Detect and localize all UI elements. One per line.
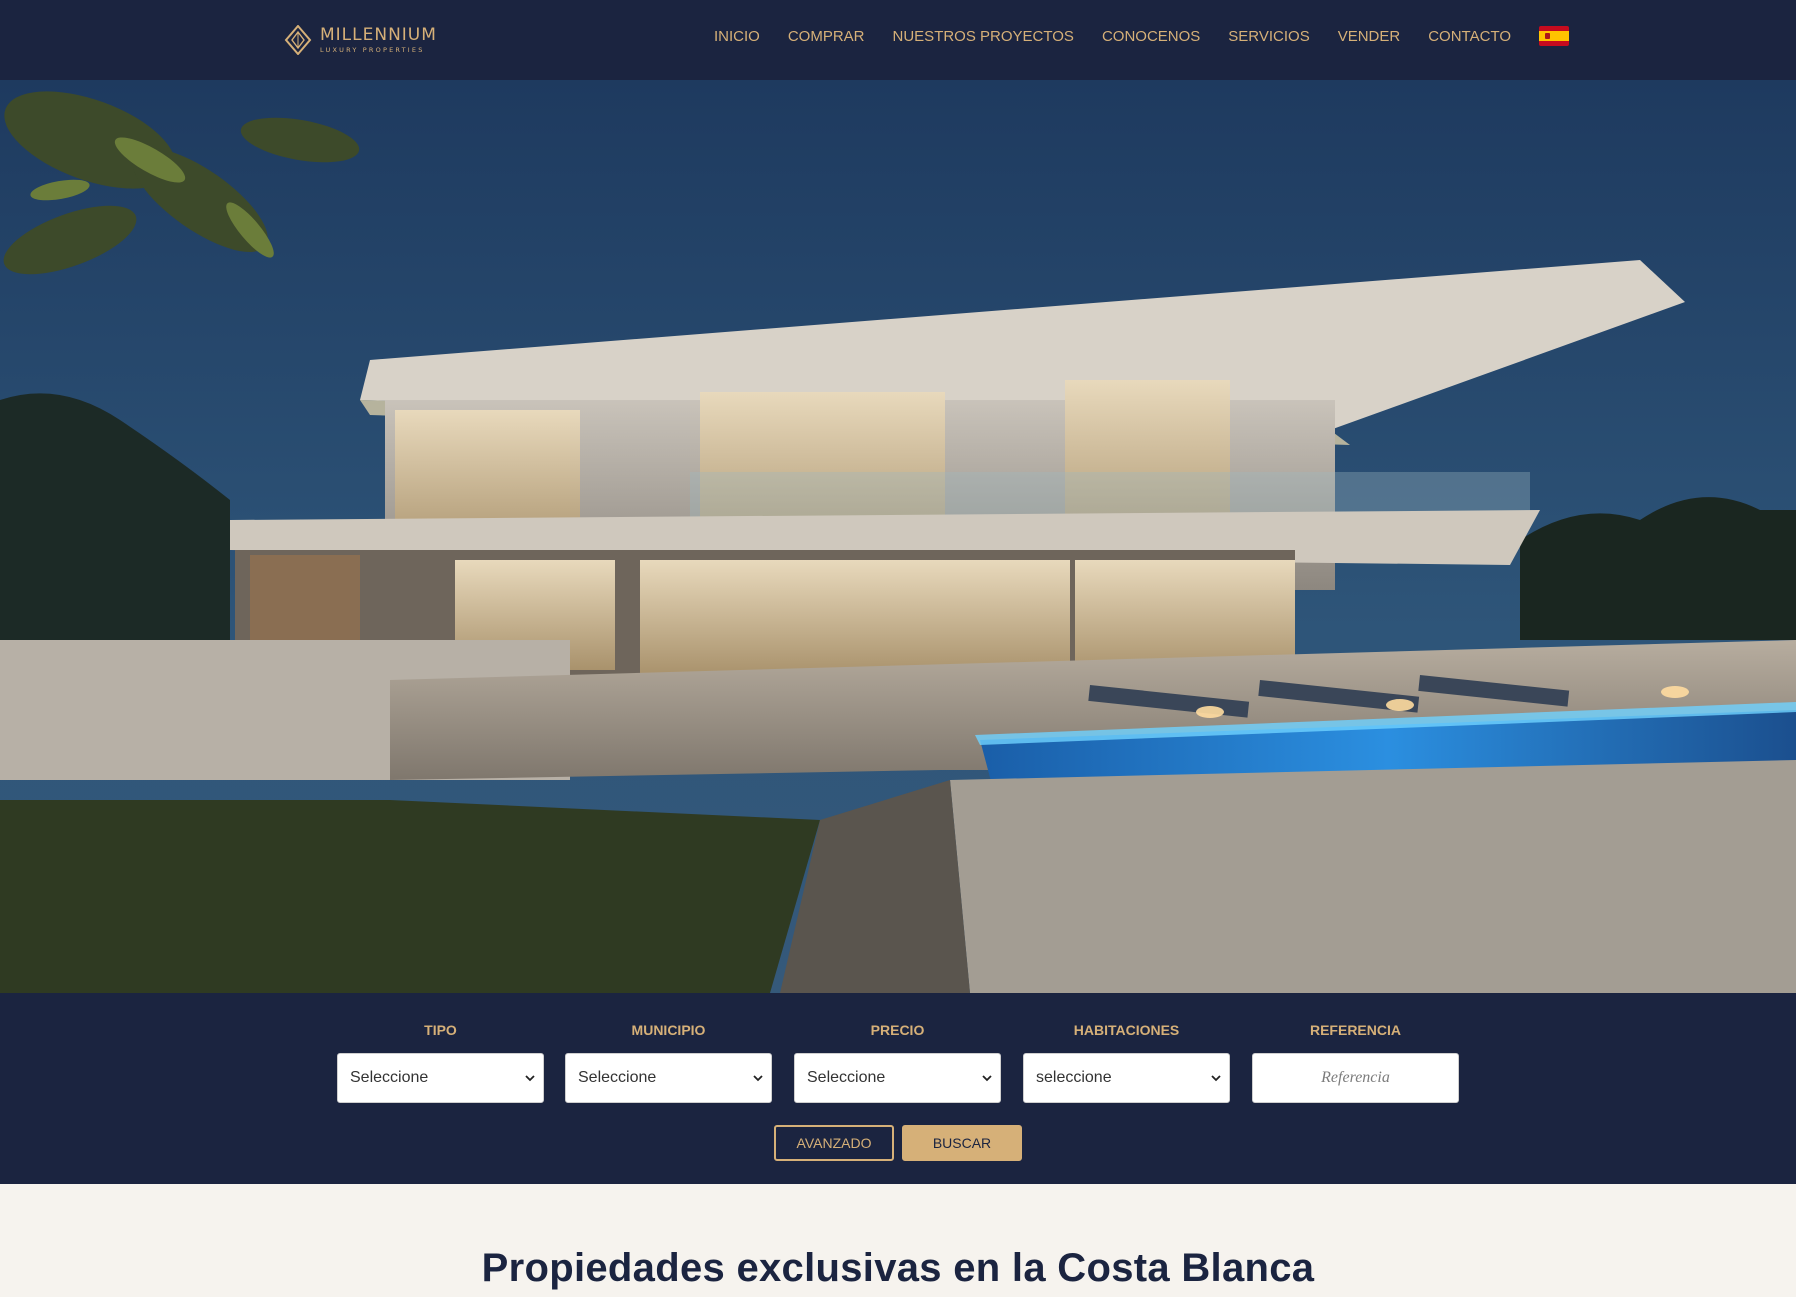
main-nav: INICIO COMPRAR NUESTROS PROYECTOS CONOCE… [700,0,1569,72]
brand-name: MILLENNIUM [320,24,437,45]
diamond-logo-icon [284,25,312,55]
field-label-precio: PRECIO [870,1022,925,1038]
section-title: Propiedades exclusivas en la Costa Blanc… [481,1246,1315,1290]
hero-image [0,80,1796,993]
field-label-habitaciones: HABITACIONES [1073,1022,1180,1038]
field-label-tipo: TIPO [424,1022,457,1038]
field-precio: PRECIO Seleccione [794,1021,1001,1103]
spain-flag-icon[interactable] [1539,26,1569,46]
brand-tagline: LUXURY PROPERTIES [320,45,425,54]
tipo-select[interactable]: Seleccione [337,1053,544,1103]
chevron-down-icon [753,1075,763,1082]
page: MILLENNIUM LUXURY PROPERTIES INICIO COMP… [0,0,1796,1297]
field-label-referencia: REFERENCIA [1309,1022,1401,1038]
precio-select-value: Seleccione [807,1069,886,1086]
chevron-down-icon [1211,1075,1221,1082]
brand-logo[interactable]: MILLENNIUM LUXURY PROPERTIES [284,24,437,56]
nav-item-servicios[interactable]: SERVICIOS [1214,28,1323,45]
nav-item-comprar[interactable]: COMPRAR [774,28,879,45]
chevron-down-icon [982,1075,992,1082]
site-header: MILLENNIUM LUXURY PROPERTIES INICIO COMP… [0,0,1796,80]
nav-item-contacto[interactable]: CONTACTO [1414,28,1525,45]
advanced-search-button[interactable]: AVANZADO [774,1125,894,1161]
property-search-panel: TIPO Seleccione MUNICIPIO Seleccione PRE… [0,993,1796,1184]
nav-item-nuestros-proyectos[interactable]: NUESTROS PROYECTOS [879,28,1088,45]
field-tipo: TIPO Seleccione [337,1021,544,1103]
chevron-down-icon [525,1075,535,1082]
habitaciones-select[interactable]: seleccione [1023,1053,1230,1103]
field-referencia: REFERENCIA Referencia [1252,1021,1459,1103]
field-municipio: MUNICIPIO Seleccione [565,1021,772,1103]
field-label-municipio: MUNICIPIO [631,1022,706,1038]
search-button[interactable]: BUSCAR [902,1125,1022,1161]
habitaciones-select-value: seleccione [1036,1069,1112,1086]
precio-select[interactable]: Seleccione [794,1053,1001,1103]
referencia-input[interactable]: Referencia [1252,1053,1459,1103]
nav-item-conocenos[interactable]: CONOCENOS [1088,28,1214,45]
tipo-select-value: Seleccione [350,1069,429,1086]
nav-item-inicio[interactable]: INICIO [700,28,774,45]
referencia-placeholder: Referencia [1321,1069,1390,1086]
featured-section: Propiedades exclusivas en la Costa Blanc… [0,1184,1796,1297]
municipio-select-value: Seleccione [578,1069,657,1086]
field-habitaciones: HABITACIONES seleccione [1023,1021,1230,1103]
nav-item-vender[interactable]: VENDER [1324,28,1415,45]
municipio-select[interactable]: Seleccione [565,1053,772,1103]
